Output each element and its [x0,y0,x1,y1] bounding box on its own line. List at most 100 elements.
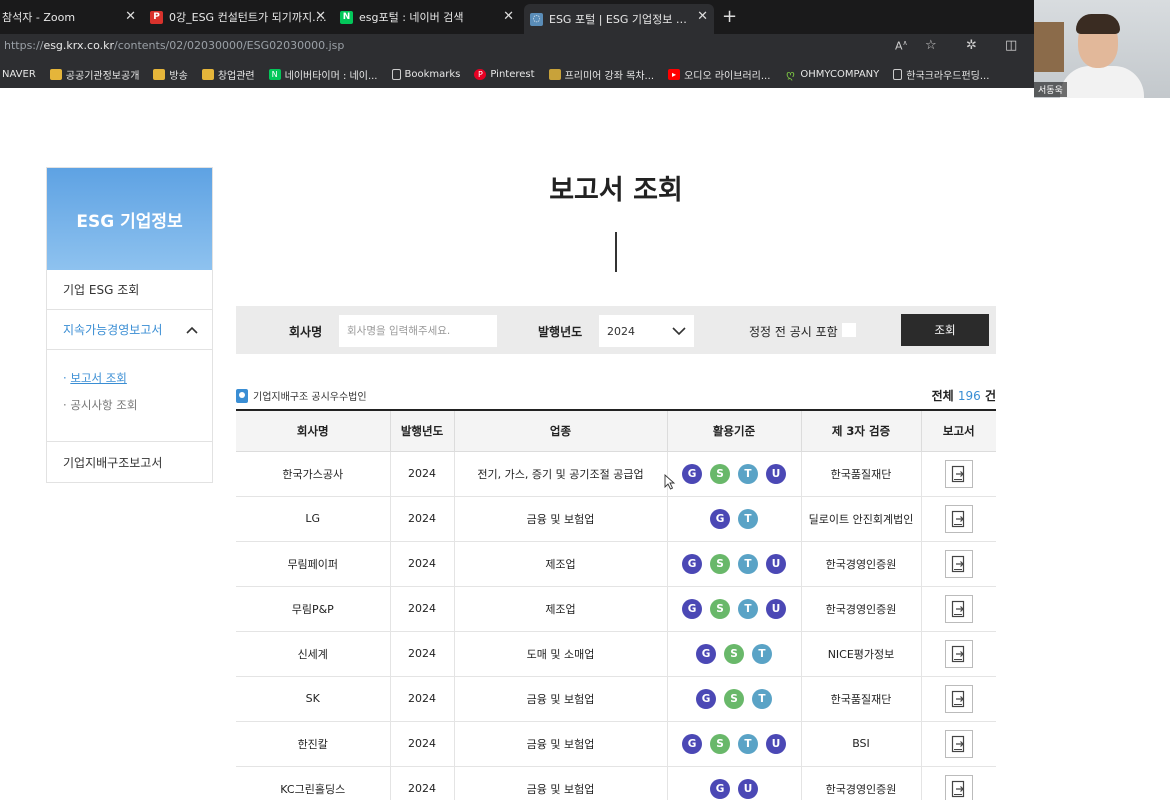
cell-report [920,631,996,677]
bookmark-audio-library[interactable]: ▸ 오디오 라이브러리... [668,67,770,82]
bookmark-crowdfunding[interactable]: 한국크라우드펀딩... [893,67,989,82]
standard-badge-s[interactable]: S [724,643,744,664]
col-header-industry[interactable]: 업종 [453,409,667,452]
standard-badge-t[interactable]: T [752,643,772,664]
page-icon [391,68,401,80]
report-download-button[interactable] [944,459,973,488]
close-icon[interactable]: ✕ [503,9,514,24]
bookmark-pinterest[interactable]: P Pinterest [474,68,535,80]
year-select[interactable]: 2024 [599,315,694,347]
sidebar-item-sustainability-report[interactable]: 지속가능경영보고서 [47,310,212,350]
standard-badge-g[interactable]: G [710,778,730,799]
restate-checkbox[interactable] [842,323,856,337]
standard-badge-s[interactable]: S [710,463,730,484]
bookmark-bookmarks[interactable]: Bookmarks [391,68,461,80]
cell-industry: 전기, 가스, 증기 및 공기조절 공급업 [453,451,667,497]
standard-badge-u[interactable]: U [738,778,758,799]
standard-badge-u[interactable]: U [766,463,786,484]
close-icon[interactable]: ✕ [125,9,136,24]
tab-zoom[interactable]: 참석자 - Zoom ✕ [2,4,142,30]
col-header-company[interactable]: 회사명 [236,409,390,452]
bookmark-label: Bookmarks [404,68,461,80]
report-download-button[interactable] [944,729,973,758]
favorite-star-icon[interactable]: ☆ [925,38,937,53]
bookmark-folder-public-info[interactable]: 공공기관정보공개 [49,67,139,82]
cell-company[interactable]: 신세계 [236,631,390,677]
table-row: 한진칼 2024 금융 및 보험업 G S T U BSI [236,721,996,767]
standard-badge-t[interactable]: T [738,553,758,574]
report-download-button[interactable] [944,594,973,623]
sidebar-subitem-disclosure-search[interactable]: · 공시사항 조회 [63,397,212,413]
col-header-standards[interactable]: 활용기준 [666,409,801,452]
bookmark-naver[interactable]: NAVER [2,69,36,80]
standard-badge-t[interactable]: T [738,598,758,619]
standard-badge-g[interactable]: G [696,688,716,709]
table-row: LG 2024 금융 및 보험업 G T 딜로이트 안진회계법인 [236,496,996,542]
standard-badge-s[interactable]: S [724,688,744,709]
standard-badge-g[interactable]: G [682,553,702,574]
standard-badge-t[interactable]: T [738,463,758,484]
standard-badge-s[interactable]: S [710,733,730,754]
col-header-year[interactable]: 발행년도 [389,409,454,452]
standard-badge-g[interactable]: G [710,508,730,529]
report-download-button[interactable] [944,504,973,533]
report-download-button[interactable] [944,684,973,713]
sidebar-subitem-report-search[interactable]: · 보고서 조회 [63,370,212,386]
close-icon[interactable]: ✕ [697,9,708,24]
standard-badge-u[interactable]: U [766,598,786,619]
standard-badge-g[interactable]: G [682,733,702,754]
new-tab-plus-icon[interactable]: + [722,6,737,27]
report-download-button[interactable] [944,774,973,800]
cell-company[interactable]: LG [236,496,390,542]
standard-badge-s[interactable]: S [710,553,730,574]
folder-icon [153,68,166,80]
company-search-input[interactable] [339,315,497,347]
standard-badge-u[interactable]: U [766,733,786,754]
tab-naver[interactable]: N esg포털 : 네이버 검색 ✕ [340,4,520,30]
excellence-badge-icon [236,388,248,403]
bookmark-folder-broadcast[interactable]: 방송 [153,67,188,82]
address-bar[interactable]: https://esg.krx.co.kr/contents/02/020300… [0,34,1034,60]
report-download-button[interactable] [944,549,973,578]
cell-company[interactable]: 무림페이퍼 [236,541,390,587]
standard-badge-g[interactable]: G [682,463,702,484]
sidebar-item-company-esg[interactable]: 기업 ESG 조회 [47,270,212,310]
cell-company[interactable]: SK [236,676,390,722]
cell-company[interactable]: KC그린홀딩스 [236,766,390,800]
split-screen-icon[interactable]: ◫ [1005,38,1017,53]
cell-industry: 금융 및 보험업 [453,721,667,767]
standard-badge-u[interactable]: U [766,553,786,574]
standard-badge-s[interactable]: S [710,598,730,619]
standard-badges: GSTU [668,733,801,754]
document-export-icon [951,780,964,797]
col-header-verifier[interactable]: 제 3자 검증 [800,409,921,452]
cell-company[interactable]: 한진칼 [236,721,390,767]
extensions-icon[interactable]: ✲ [966,38,977,53]
bookmark-ohmycompany[interactable]: ღ OHMYCOMPANY [784,68,879,81]
tab-pdf[interactable]: P 0강_ESG 컨설턴트가 되기까지.pdf ✕ [150,4,332,30]
read-aloud-icon[interactable]: A∧ [895,39,908,53]
folder-icon [201,68,214,80]
cell-report [920,721,996,767]
bookmark-premiere-course[interactable]: 프리미어 강좌 목차... [548,67,654,82]
standard-badge-t[interactable]: T [738,733,758,754]
cell-standards: GSTU [666,586,801,632]
search-button[interactable]: 조회 [901,314,989,346]
tab-krx-esg[interactable]: ◌ ESG 포털 | ESG 기업정보 | 지속가 ✕ [524,4,714,34]
close-icon[interactable]: ✕ [315,9,326,24]
standard-badge-g[interactable]: G [682,598,702,619]
cell-company[interactable]: 한국가스공사 [236,451,390,497]
standard-badge-g[interactable]: G [696,643,716,664]
sidebar-item-governance-report[interactable]: 기업지배구조보고서 [47,442,212,482]
report-download-button[interactable] [944,639,973,668]
col-header-report[interactable]: 보고서 [920,409,996,452]
url-text[interactable]: https://esg.krx.co.kr/contents/02/020300… [4,39,344,52]
standard-badge-t[interactable]: T [752,688,772,709]
cell-company[interactable]: 무림P&P [236,586,390,632]
sidebar-submenu: · 보고서 조회 · 공시사항 조회 [47,350,212,442]
standard-badge-t[interactable]: T [738,508,758,529]
bookmark-folder-startup[interactable]: 창업관련 [201,67,255,82]
company-label: 회사명 [289,325,323,339]
bookmark-naver-timer[interactable]: N 네이버타이머 : 네이... [268,67,378,82]
url-scheme: https:// [4,39,44,52]
